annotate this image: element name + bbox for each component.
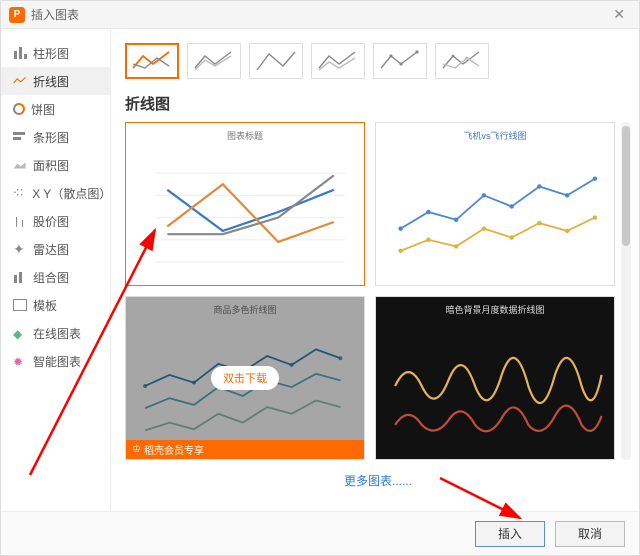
download-button[interactable]: 双击下载 xyxy=(211,366,279,390)
section-title: 折线图 xyxy=(125,93,631,114)
sidebar-item-label: 折线图 xyxy=(33,73,69,90)
sidebar-item-label: 雷达图 xyxy=(33,241,69,258)
insert-chart-dialog: P 插入图表 ✕ 柱形图 折线图 饼图 条形图 xyxy=(0,0,640,556)
thumb-area: 图表标题 xyxy=(125,122,631,460)
stock-chart-icon xyxy=(13,215,27,227)
line-style-5[interactable] xyxy=(373,43,427,79)
sidebar-item-label: 股价图 xyxy=(33,213,69,230)
line-style-4[interactable] xyxy=(311,43,365,79)
sidebar-item-line[interactable]: 折线图 xyxy=(1,67,110,95)
sidebar-item-bar[interactable]: 柱形图 xyxy=(1,39,110,67)
pie-chart-icon xyxy=(11,101,26,116)
app-icon: P xyxy=(9,7,25,23)
line-style-3[interactable] xyxy=(249,43,303,79)
sidebar-item-pie[interactable]: 饼图 xyxy=(1,95,110,123)
vertical-scrollbar[interactable] xyxy=(621,122,631,460)
scrollbar-thumb[interactable] xyxy=(622,126,630,246)
line-style-1[interactable] xyxy=(125,43,179,79)
sidebar-item-label: 模板 xyxy=(33,297,57,314)
hbar-chart-icon xyxy=(13,131,27,143)
sidebar-item-label: 组合图 xyxy=(33,269,69,286)
thumb-overlay: 双击下载 xyxy=(126,297,364,459)
dialog-body: 柱形图 折线图 饼图 条形图 面积图 xyxy=(1,29,639,511)
dialog-footer: 插入 取消 xyxy=(1,511,639,555)
scatter-chart-icon: ⠪⠅ xyxy=(13,187,26,199)
sidebar-item-combo[interactable]: 组合图 xyxy=(1,263,110,291)
main-panel: 折线图 图表标题 xyxy=(111,29,639,511)
combo-chart-icon xyxy=(13,271,27,283)
line-chart-icon xyxy=(13,75,27,87)
line-style-2[interactable] xyxy=(187,43,241,79)
thumb-basic-line[interactable]: 图表标题 xyxy=(125,122,365,286)
line-style-6[interactable] xyxy=(435,43,489,79)
smart-chart-icon: ✹ xyxy=(13,355,27,367)
sidebar-item-xy[interactable]: ⠪⠅ X Y（散点图） xyxy=(1,179,110,207)
thumb-dark-line[interactable]: 暗色背景月度数据折线图 xyxy=(375,296,615,460)
bar-chart-icon xyxy=(13,47,27,59)
sidebar-item-smart[interactable]: ✹ 智能图表 xyxy=(1,347,110,375)
close-icon[interactable]: ✕ xyxy=(607,6,631,23)
sidebar-item-stock[interactable]: 股价图 xyxy=(1,207,110,235)
sidebar-item-area[interactable]: 面积图 xyxy=(1,151,110,179)
window-title: 插入图表 xyxy=(31,6,607,23)
sidebar-item-label: 面积图 xyxy=(33,157,69,174)
insert-button[interactable]: 插入 xyxy=(475,521,545,547)
sidebar-item-label: 饼图 xyxy=(31,101,55,118)
sidebar-item-template[interactable]: 模板 xyxy=(1,291,110,319)
area-chart-icon xyxy=(13,159,27,171)
thumb-title: 飞机vs飞行线图 xyxy=(384,129,606,142)
template-icon xyxy=(13,299,27,311)
online-chart-icon: ◆ xyxy=(13,327,27,339)
thumb-plane-line[interactable]: 飞机vs飞行线图 xyxy=(375,122,615,286)
sidebar-item-radar[interactable]: ✦ 雷达图 xyxy=(1,235,110,263)
sidebar-item-label: 智能图表 xyxy=(33,353,81,370)
chart-type-sidebar: 柱形图 折线图 饼图 条形图 面积图 xyxy=(1,29,111,511)
radar-chart-icon: ✦ xyxy=(13,243,27,255)
thumb-grid: 图表标题 xyxy=(125,122,615,460)
badge-text: 稻壳会员专享 xyxy=(144,442,204,457)
sidebar-item-label: 条形图 xyxy=(33,129,69,146)
titlebar: P 插入图表 ✕ xyxy=(1,1,639,29)
crown-icon: ♔ xyxy=(132,444,141,455)
sidebar-item-label: 在线图表 xyxy=(33,325,81,342)
sidebar-item-hbar[interactable]: 条形图 xyxy=(1,123,110,151)
sidebar-item-online[interactable]: ◆ 在线图表 xyxy=(1,319,110,347)
thumb-title: 暗色背景月度数据折线图 xyxy=(384,303,606,316)
thumb-title: 图表标题 xyxy=(134,129,356,142)
sidebar-item-label: X Y（散点图） xyxy=(32,185,110,202)
member-badge: ♔ 稻壳会员专享 xyxy=(126,440,364,459)
more-charts-link[interactable]: 更多图表...... xyxy=(125,460,631,501)
line-style-row xyxy=(125,43,631,79)
thumb-multicolor-line[interactable]: 商品多色折线图 双击下载 ♔ xyxy=(125,296,365,460)
cancel-button[interactable]: 取消 xyxy=(555,521,625,547)
sidebar-item-label: 柱形图 xyxy=(33,45,69,62)
